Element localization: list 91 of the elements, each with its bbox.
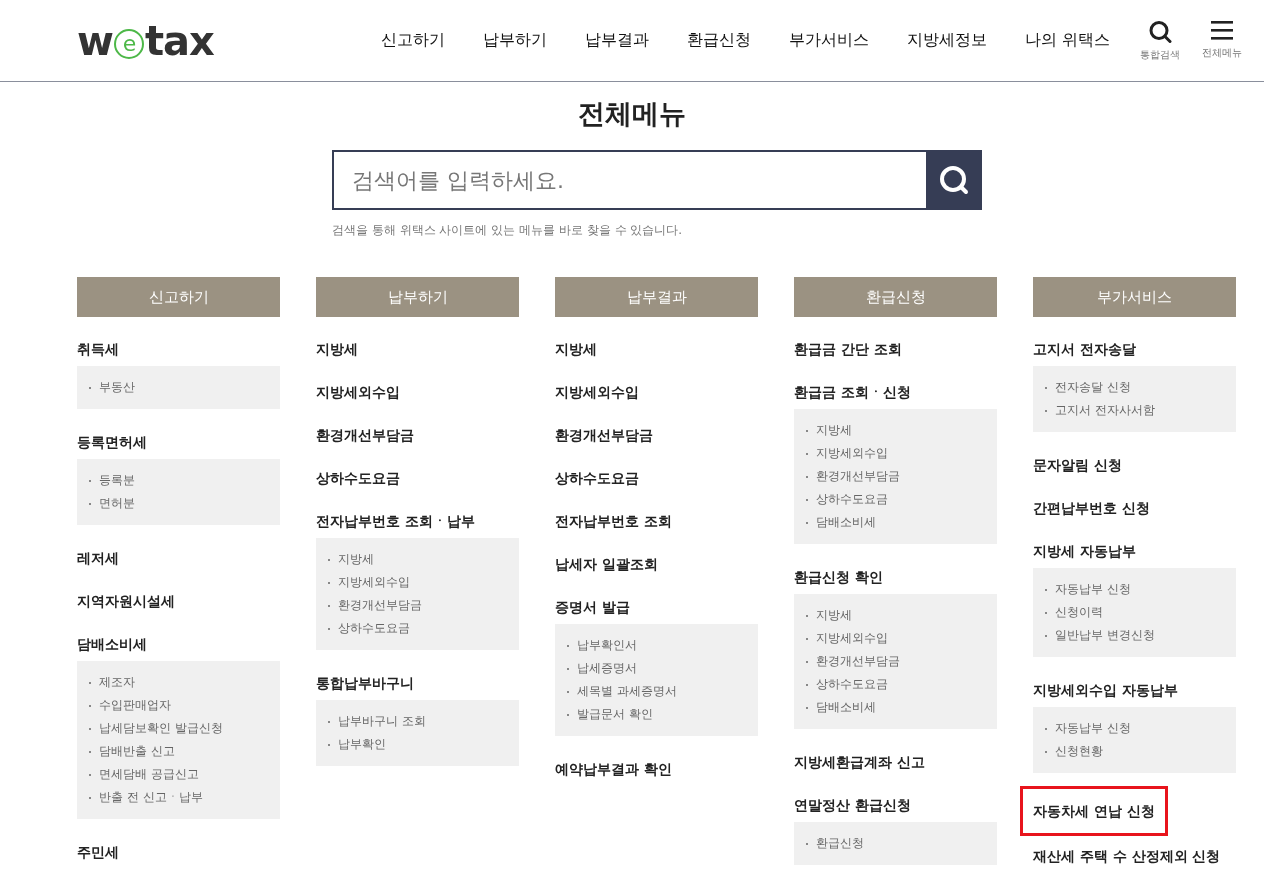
menu-link[interactable]: 지방세환급계좌 신고 <box>794 752 925 772</box>
menu-link[interactable]: 환급신청 확인 <box>794 567 883 587</box>
menu-link[interactable]: 담배소비세 <box>77 634 147 654</box>
menu-link[interactable]: 환경개선부담금 <box>555 425 653 445</box>
menu-link[interactable]: 지역자원시설세 <box>77 591 175 611</box>
submenu-link[interactable]: 담배소비세 <box>816 511 876 534</box>
menu-link[interactable]: 지방세 <box>316 339 358 359</box>
menu-link[interactable]: 문자알림 신청 <box>1033 455 1122 475</box>
search-button[interactable]: 통합검색 <box>1140 19 1180 62</box>
submenu-link[interactable]: 납세증명서 <box>577 657 637 680</box>
nav-link[interactable]: 신고하기 <box>380 30 445 51</box>
submenu-link[interactable]: 납부확인서 <box>577 634 637 657</box>
column-heading[interactable]: 부가서비스 <box>1033 277 1236 317</box>
menu-link[interactable]: 환급금 조회ㆍ신청 <box>794 382 911 402</box>
menu-button[interactable]: 전체메뉴 <box>1202 19 1242 62</box>
submenu-link[interactable]: 면허분 <box>99 492 135 515</box>
submenu-link[interactable]: 일반납부 변경신청 <box>1055 624 1155 647</box>
search-button[interactable] <box>926 150 982 210</box>
submenu-link[interactable]: 신청이력 <box>1055 601 1103 624</box>
search-icon <box>939 165 969 195</box>
submenu-link[interactable]: 고지서 전자사서함 <box>1055 399 1155 422</box>
menu-link[interactable]: 지방세외수입 <box>316 382 400 402</box>
menu-link[interactable]: 전자납부번호 조회ㆍ납부 <box>316 511 475 531</box>
submenu-link[interactable]: 발급문서 확인 <box>577 703 653 726</box>
submenu-link[interactable]: 상하수도요금 <box>816 673 888 696</box>
menu-link[interactable]: 주민세 <box>77 842 119 862</box>
submenu-link[interactable]: 상하수도요금 <box>338 617 410 640</box>
submenu-link[interactable]: 자동납부 신청 <box>1055 717 1131 740</box>
menu-link[interactable]: 등록면허세 <box>77 432 147 452</box>
menu-link[interactable]: 취득세 <box>77 339 119 359</box>
menu-link[interactable]: 환경개선부담금 <box>316 425 414 445</box>
menu-link[interactable]: 연말정산 환급신청 <box>794 795 911 815</box>
menu-link[interactable]: 납세자 일괄조회 <box>555 554 658 574</box>
submenu-link[interactable]: 담배반출 신고 <box>99 740 175 763</box>
submenu-link[interactable]: 지방세외수입 <box>816 442 888 465</box>
submenu-link[interactable]: 면세담배 공급신고 <box>99 763 199 786</box>
menu-link[interactable]: 지방세 <box>555 339 597 359</box>
submenu-link[interactable]: 담배소비세 <box>816 696 876 719</box>
wetax-logo[interactable]: w e tax <box>77 17 214 64</box>
menu-link[interactable]: 자동차세 연납 신청 <box>1020 786 1168 836</box>
submenu-link[interactable]: 환경개선부담금 <box>816 650 900 673</box>
submenu-link[interactable]: 상하수도요금 <box>816 488 888 511</box>
menu-link[interactable]: 레저세 <box>77 548 119 568</box>
nav-link[interactable]: 납부하기 <box>482 30 547 51</box>
menu-link[interactable]: 지방세외수입 <box>555 382 639 402</box>
menu-link[interactable]: 통합납부바구니 <box>316 673 414 693</box>
submenu-link[interactable]: 납세담보확인 발급신청 <box>99 717 223 740</box>
search-hint: 검색을 통해 위택스 사이트에 있는 메뉴를 바로 찾을 수 있습니다. <box>332 222 684 239</box>
submenu-link[interactable]: 환경개선부담금 <box>338 594 422 617</box>
submenu-link[interactable]: 환급신청 <box>816 832 864 855</box>
column-heading[interactable]: 납부하기 <box>316 277 519 317</box>
submenu-link[interactable]: 지방세 <box>816 604 852 627</box>
page-title: 전체메뉴 <box>577 97 687 131</box>
menu-link[interactable]: 상하수도요금 <box>316 468 400 488</box>
submenu-link[interactable]: 부동산 <box>99 376 135 399</box>
submenu-link[interactable]: 지방세외수입 <box>338 571 410 594</box>
submenu-link[interactable]: 신청현황 <box>1055 740 1103 763</box>
submenu-link[interactable]: 반출 전 신고ㆍ납부 <box>99 786 203 809</box>
menu-link[interactable]: 간편납부번호 신청 <box>1033 498 1150 518</box>
menu-link[interactable]: 예약납부결과 확인 <box>555 759 672 779</box>
column-heading[interactable]: 환급신청 <box>794 277 997 317</box>
submenu-link[interactable]: 납부바구니 조회 <box>338 710 426 733</box>
column-heading[interactable]: 신고하기 <box>77 277 280 317</box>
column-heading[interactable]: 납부결과 <box>555 277 758 317</box>
nav-link[interactable]: 부가서비스 <box>788 30 869 51</box>
nav-link[interactable]: 나의 위택스 <box>1024 30 1110 51</box>
submenu-link[interactable]: 수입판매업자 <box>99 694 171 717</box>
submenu-link[interactable]: 자동납부 신청 <box>1055 578 1131 601</box>
menu-link[interactable]: 상하수도요금 <box>555 468 639 488</box>
menu-link[interactable]: 지방세외수입 자동납부 <box>1033 680 1178 700</box>
submenu-link[interactable]: 환경개선부담금 <box>816 465 900 488</box>
nav-link[interactable]: 환급신청 <box>686 30 751 51</box>
search-field[interactable]: 검색어를 입력하세요. <box>332 150 926 210</box>
submenu-link[interactable]: 등록분 <box>99 469 135 492</box>
menu-link[interactable]: 지방세 자동납부 <box>1033 541 1136 561</box>
submenu-link[interactable]: 납부확인 <box>338 733 386 756</box>
submenu-link[interactable]: 제조자 <box>99 671 135 694</box>
menu-link[interactable]: 증명서 발급 <box>555 597 630 617</box>
menu-link[interactable]: 재산세 주택 수 산정제외 신청 <box>1033 846 1221 866</box>
menu-link[interactable]: 고지서 전자송달 <box>1033 339 1136 359</box>
submenu-link[interactable]: 지방세 <box>816 419 852 442</box>
submenu-link[interactable]: 전자송달 신청 <box>1055 376 1131 399</box>
menu-link[interactable]: 환급금 간단 조회 <box>794 339 902 359</box>
nav-link[interactable]: 납부결과 <box>584 30 649 51</box>
submenu-link[interactable]: 세목별 과세증명서 <box>577 680 677 703</box>
menu-link[interactable]: 전자납부번호 조회 <box>555 511 672 531</box>
menu-icon <box>1211 19 1233 41</box>
submenu-link[interactable]: 지방세외수입 <box>816 627 888 650</box>
search-icon <box>1148 19 1172 43</box>
submenu-link[interactable]: 지방세 <box>338 548 374 571</box>
nav-link[interactable]: 지방세정보 <box>906 30 987 51</box>
